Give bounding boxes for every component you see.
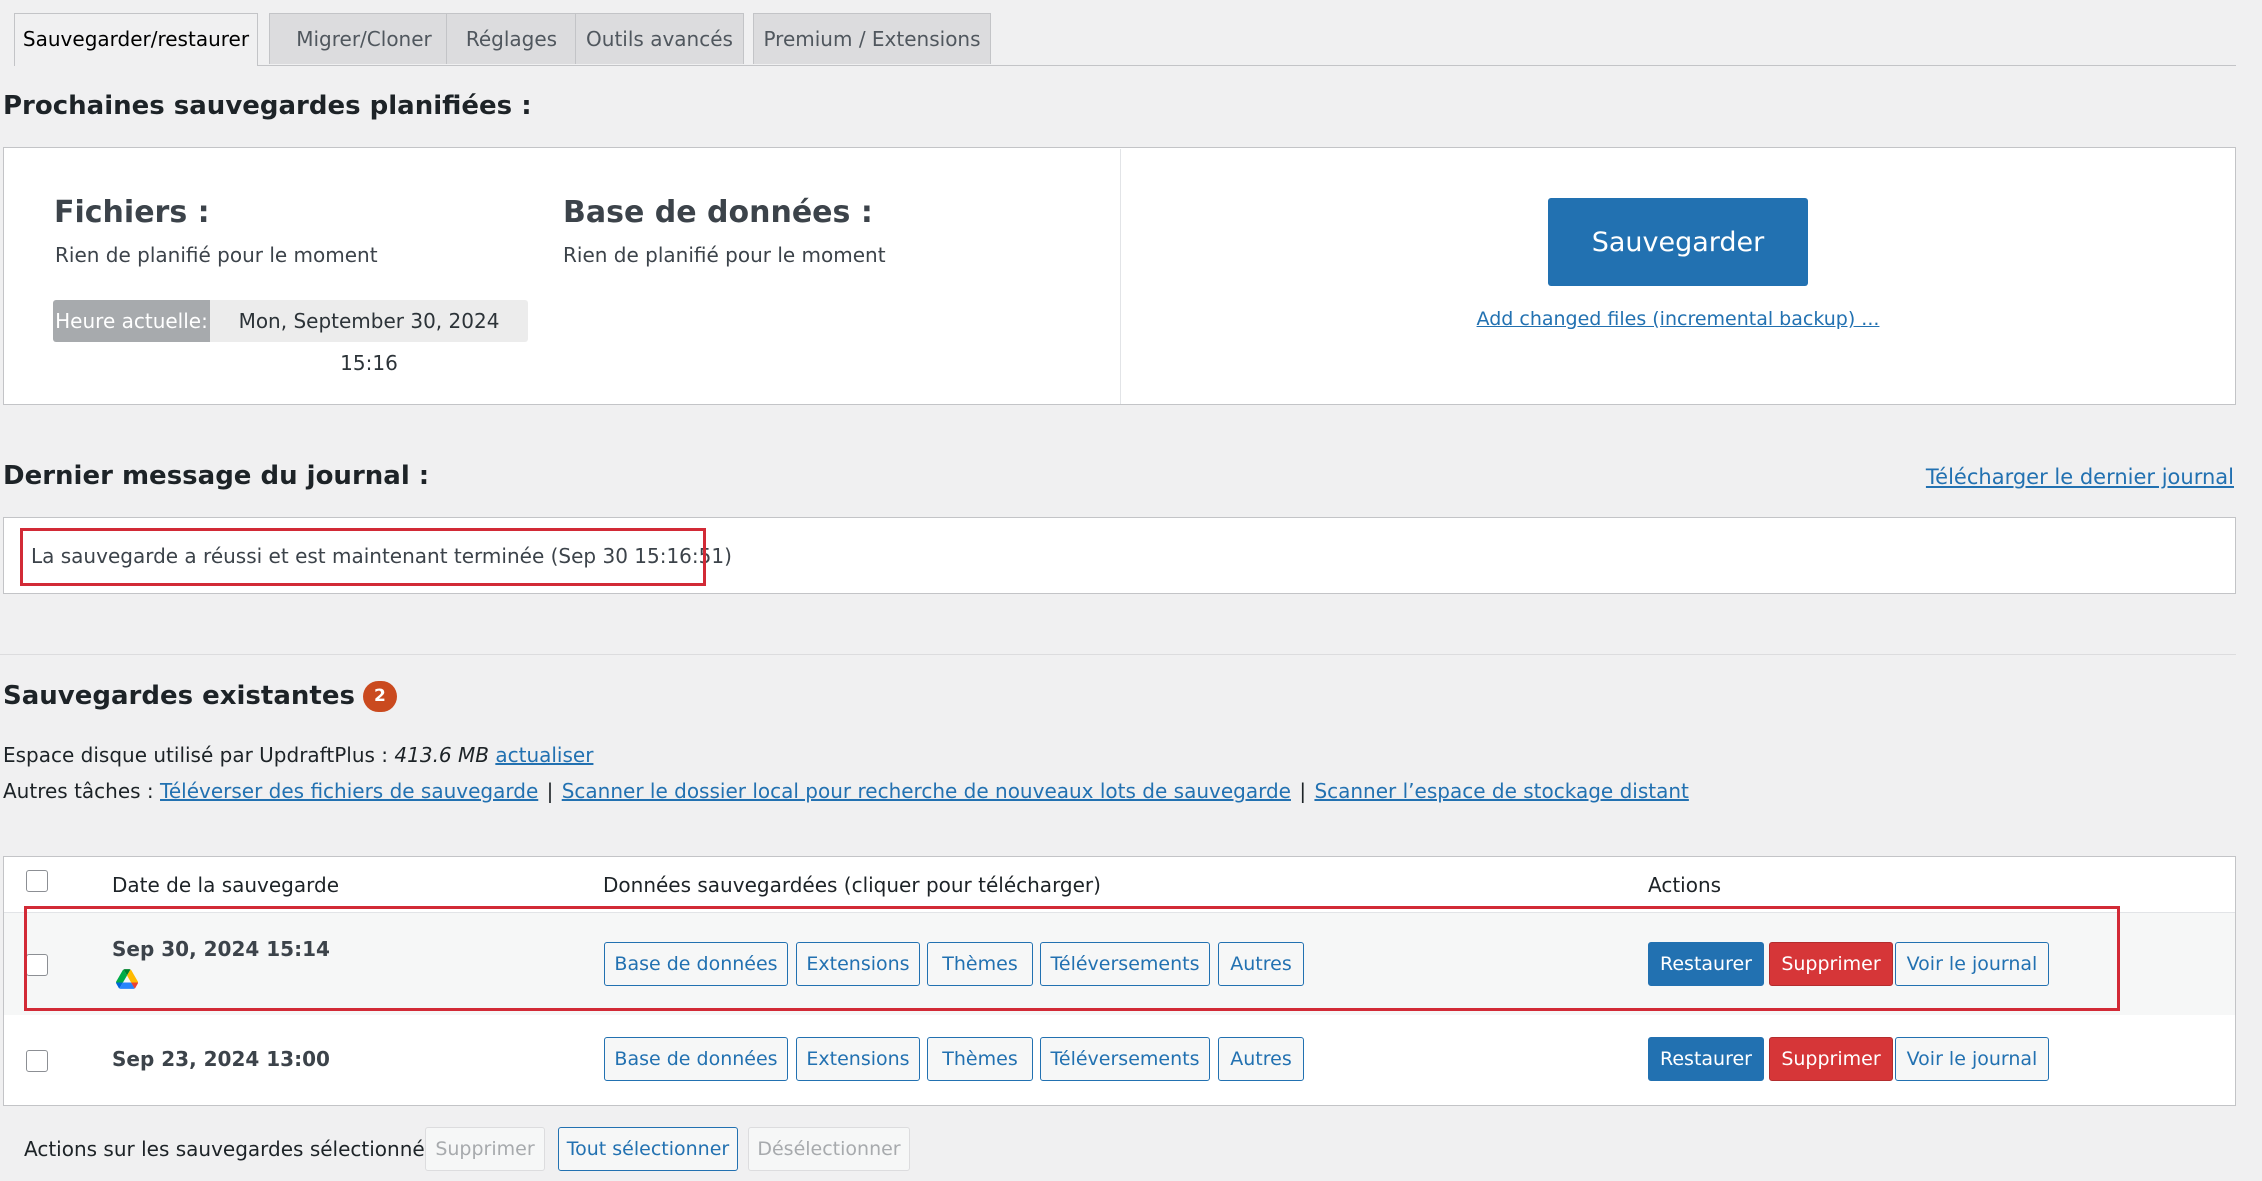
- select-all-button[interactable]: Tout sélectionner: [558, 1127, 738, 1171]
- other-tasks-line: Autres tâches : Téléverser des fichiers …: [3, 779, 1689, 803]
- existing-heading: Sauvegardes existantes 2: [3, 681, 397, 712]
- bulk-actions-label: Actions sur les sauvegardes sélectionnée…: [24, 1137, 448, 1161]
- view-log-button[interactable]: Voir le journal: [1895, 1037, 2049, 1081]
- backup-date: Sep 30, 2024 15:14: [112, 937, 330, 961]
- updraftplus-page: Sauvegarder/restaurer Migrer/Cloner Régl…: [0, 0, 2262, 1181]
- download-uploads-button[interactable]: Téléversements: [1040, 1037, 1210, 1081]
- download-themes-button[interactable]: Thèmes: [927, 1037, 1033, 1081]
- column-header-data: Données sauvegardées (cliquer pour téléc…: [603, 873, 1101, 897]
- tab-premium-extensions[interactable]: Premium / Extensions: [753, 13, 991, 64]
- download-others-button[interactable]: Autres: [1218, 1037, 1304, 1081]
- backup-date: Sep 23, 2024 13:00: [112, 1047, 330, 1071]
- incremental-backup-link[interactable]: Add changed files (incremental backup) .…: [1477, 308, 1880, 330]
- other-tasks-label: Autres tâches :: [3, 779, 154, 803]
- bulk-delete-button[interactable]: Supprimer: [425, 1127, 545, 1171]
- files-status: Rien de planifié pour le moment: [55, 243, 378, 267]
- scan-local-folder-link[interactable]: Scanner le dossier local pour recherche …: [562, 779, 1291, 803]
- column-header-date: Date de la sauvegarde: [112, 873, 340, 897]
- task-separator: |: [1299, 779, 1307, 803]
- restore-button[interactable]: Restaurer: [1648, 1037, 1764, 1081]
- scheduled-heading: Prochaines sauvegardes planifiées :: [3, 91, 532, 121]
- tab-advanced-tools[interactable]: Outils avancés: [575, 13, 744, 64]
- tab-bar: Sauvegarder/restaurer Migrer/Cloner Régl…: [14, 13, 2236, 66]
- disk-usage-label: Espace disque utilisé par UpdraftPlus :: [3, 743, 389, 767]
- backup-count-badge: 2: [362, 681, 397, 712]
- database-status: Rien de planifié pour le moment: [563, 243, 886, 267]
- delete-button[interactable]: Supprimer: [1769, 942, 1893, 986]
- download-uploads-button[interactable]: Téléversements: [1040, 942, 1210, 986]
- download-plugins-button[interactable]: Extensions: [796, 942, 920, 986]
- row-checkbox[interactable]: [26, 1050, 48, 1072]
- current-time-value: Mon, September 30, 2024 15:16: [210, 300, 528, 375]
- scan-remote-storage-link[interactable]: Scanner l’espace de stockage distant: [1314, 779, 1688, 803]
- row-checkbox[interactable]: [26, 954, 48, 976]
- existing-heading-text: Sauvegardes existantes: [3, 681, 355, 711]
- log-message: La sauvegarde a réussi et est maintenant…: [31, 544, 732, 568]
- tab-migrate-clone[interactable]: Migrer/Cloner: [269, 13, 459, 64]
- column-header-actions: Actions: [1648, 873, 1722, 897]
- upload-backup-files-link[interactable]: Téléverser des fichiers de sauvegarde: [160, 779, 538, 803]
- disk-usage-line: Espace disque utilisé par UpdraftPlus : …: [3, 743, 593, 767]
- tab-settings[interactable]: Réglages: [446, 13, 577, 64]
- backup-now-button[interactable]: Sauvegarder: [1548, 198, 1808, 286]
- download-themes-button[interactable]: Thèmes: [927, 942, 1033, 986]
- download-log-link[interactable]: Télécharger le dernier journal: [1926, 465, 2234, 489]
- download-database-button[interactable]: Base de données: [604, 942, 788, 986]
- deselect-button[interactable]: Désélectionner: [748, 1127, 910, 1171]
- download-database-button[interactable]: Base de données: [604, 1037, 788, 1081]
- download-plugins-button[interactable]: Extensions: [796, 1037, 920, 1081]
- scheduled-divider: [1120, 149, 1121, 404]
- select-all-checkbox[interactable]: [26, 870, 48, 892]
- view-log-button[interactable]: Voir le journal: [1895, 942, 2049, 986]
- task-separator: |: [546, 779, 554, 803]
- current-time-label: Heure actuelle:: [53, 300, 210, 342]
- section-divider: [0, 654, 2236, 655]
- incremental-backup-wrap: Add changed files (incremental backup) .…: [1420, 308, 1936, 330]
- disk-usage-value: 413.6 MB: [394, 743, 489, 767]
- log-heading: Dernier message du journal :: [3, 461, 430, 491]
- files-title: Fichiers :: [54, 195, 210, 230]
- refresh-link[interactable]: actualiser: [495, 743, 593, 767]
- table-header-divider: [4, 912, 2235, 913]
- delete-button[interactable]: Supprimer: [1769, 1037, 1893, 1081]
- tab-backup-restore[interactable]: Sauvegarder/restaurer: [14, 13, 258, 66]
- download-others-button[interactable]: Autres: [1218, 942, 1304, 986]
- restore-button[interactable]: Restaurer: [1648, 942, 1764, 986]
- google-drive-icon: [116, 969, 138, 989]
- backups-table: Date de la sauvegarde Données sauvegardé…: [3, 856, 2236, 1106]
- database-title: Base de données :: [563, 195, 873, 230]
